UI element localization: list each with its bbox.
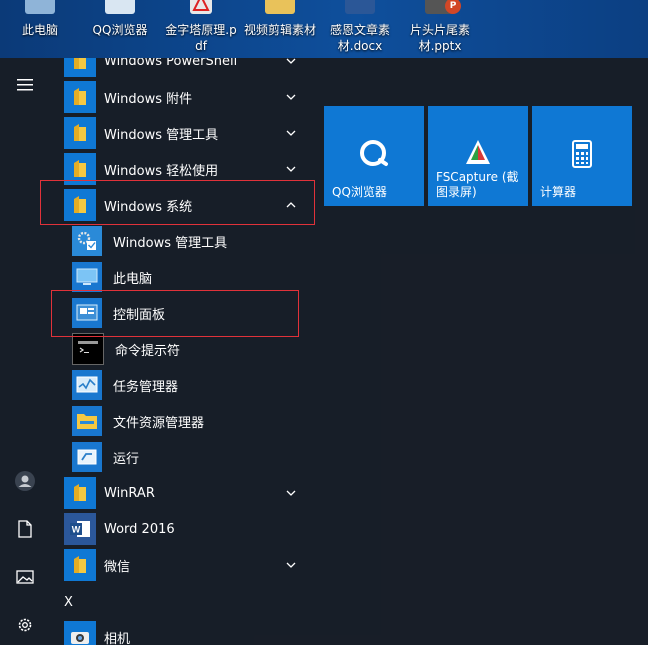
- computer-icon: [25, 0, 55, 14]
- folder-icon: [64, 477, 96, 509]
- app-item-windows-admin-tools-folder[interactable]: Windows 管理工具: [64, 115, 314, 151]
- start-menu: Windows PowerShell Windows 附件 Windows 管理…: [0, 58, 648, 645]
- tile-label: FSCapture (截图录屏): [436, 170, 519, 199]
- desktop-icon-label: 片头片尾素材.pptx: [409, 23, 470, 53]
- task-manager-icon: [72, 370, 102, 400]
- desktop-icon-pdf[interactable]: 金字塔原理.pdf: [160, 0, 242, 58]
- tile-label: QQ浏览器: [332, 185, 387, 199]
- qq-browser-icon: [360, 140, 388, 166]
- documents-icon: [18, 520, 32, 538]
- app-item-label: Windows 轻松使用: [104, 163, 219, 179]
- settings-icon: [18, 618, 32, 632]
- tile-calculator[interactable]: 计算器: [532, 106, 632, 206]
- app-item-label: Windows 附件: [104, 91, 193, 107]
- chevron-down-icon[interactable]: [284, 126, 298, 140]
- app-item-label: Windows 管理工具: [113, 235, 228, 251]
- hamburger-icon: [17, 79, 33, 91]
- chevron-down-icon[interactable]: [284, 90, 298, 104]
- desktop-icon-label: 金字塔原理.pdf: [165, 23, 237, 53]
- desktop-icon-label: 此电脑: [21, 23, 58, 37]
- app-item-label: 微信: [104, 559, 131, 575]
- app-item-label: 运行: [113, 451, 140, 467]
- pictures-icon: [16, 570, 34, 584]
- app-item-windows-admin-tools[interactable]: Windows 管理工具: [72, 223, 315, 259]
- chevron-down-icon[interactable]: [284, 58, 298, 68]
- folder-icon: [64, 81, 96, 113]
- tile-qq-browser[interactable]: QQ浏览器: [324, 106, 424, 206]
- app-item-label: Windows PowerShell: [104, 58, 238, 69]
- pdf-file-icon: [190, 0, 212, 14]
- app-item-camera[interactable]: 相机: [64, 619, 314, 645]
- camera-icon: [64, 621, 96, 645]
- desktop-icon-strip: 此电脑 QQ浏览器 金字塔原理.pdf 视频剪辑素材 感恩文章素材.docx P…: [0, 0, 648, 58]
- app-item-winrar[interactable]: WinRAR: [64, 475, 314, 511]
- section-header-x[interactable]: X: [64, 595, 73, 610]
- tile-fscapture[interactable]: FSCapture (截图录屏): [428, 106, 528, 206]
- app-item-wechat[interactable]: 微信: [64, 547, 314, 583]
- app-item-task-manager[interactable]: 任务管理器: [72, 367, 315, 403]
- documents-button[interactable]: [0, 511, 50, 547]
- app-item-label: 此电脑: [113, 271, 153, 287]
- folder-icon: [265, 0, 295, 14]
- pictures-button[interactable]: [0, 559, 50, 595]
- word-icon: W: [64, 513, 96, 545]
- app-item-file-explorer[interactable]: 文件资源管理器: [72, 403, 315, 439]
- computer-icon: [72, 262, 102, 292]
- app-item-label: 相机: [104, 631, 131, 645]
- chevron-down-icon[interactable]: [284, 486, 298, 500]
- app-item-label: WinRAR: [104, 485, 155, 501]
- highlight-box-control-panel: [51, 290, 299, 337]
- app-item-label: 文件资源管理器: [113, 415, 205, 431]
- folder-icon: [64, 117, 96, 149]
- folder-icon: [64, 549, 96, 581]
- start-left-rail: [0, 58, 50, 645]
- pptx-file-icon: P: [425, 0, 461, 14]
- desktop-icon-qq-browser[interactable]: QQ浏览器: [80, 0, 160, 58]
- desktop-icon-pptx[interactable]: P 片头片尾素材.pptx: [400, 0, 480, 58]
- fscapture-icon: [466, 140, 490, 164]
- user-account-button[interactable]: [0, 463, 50, 499]
- qq-browser-icon: [105, 0, 135, 14]
- user-icon: [15, 471, 35, 491]
- desktop-icon-this-pc[interactable]: 此电脑: [0, 0, 80, 58]
- app-item-windows-powershell[interactable]: Windows PowerShell: [64, 58, 314, 79]
- highlight-box-windows-system: [40, 180, 315, 225]
- command-prompt-icon: [72, 333, 104, 365]
- tile-label: 计算器: [540, 185, 577, 199]
- admin-tools-icon: [72, 226, 102, 256]
- desktop-icon-label: 感恩文章素材.docx: [329, 23, 390, 53]
- word-file-icon: [345, 0, 375, 14]
- app-list: Windows PowerShell Windows 附件 Windows 管理…: [50, 58, 315, 645]
- file-explorer-icon: [72, 406, 102, 436]
- folder-icon: [64, 58, 96, 77]
- chevron-down-icon[interactable]: [284, 162, 298, 176]
- app-item-label: Windows 管理工具: [104, 127, 219, 143]
- app-item-windows-accessories[interactable]: Windows 附件: [64, 79, 314, 115]
- run-icon: [72, 442, 102, 472]
- expand-menu-button[interactable]: [0, 67, 50, 103]
- settings-button[interactable]: [0, 607, 50, 643]
- app-item-word-2016[interactable]: W Word 2016: [64, 511, 314, 547]
- desktop-icon-label: 视频剪辑素材: [243, 23, 316, 37]
- app-item-label: 任务管理器: [113, 379, 179, 395]
- desktop-icon-docx[interactable]: 感恩文章素材.docx: [320, 0, 400, 58]
- calculator-icon: [572, 140, 592, 168]
- desktop-icon-video-folder[interactable]: 视频剪辑素材: [240, 0, 320, 58]
- svg-text:W: W: [72, 525, 81, 535]
- app-item-label: 命令提示符: [115, 343, 181, 359]
- desktop-icon-label: QQ浏览器: [92, 23, 148, 37]
- chevron-down-icon[interactable]: [284, 558, 298, 572]
- app-item-run[interactable]: 运行: [72, 439, 315, 475]
- app-item-label: Word 2016: [104, 521, 175, 537]
